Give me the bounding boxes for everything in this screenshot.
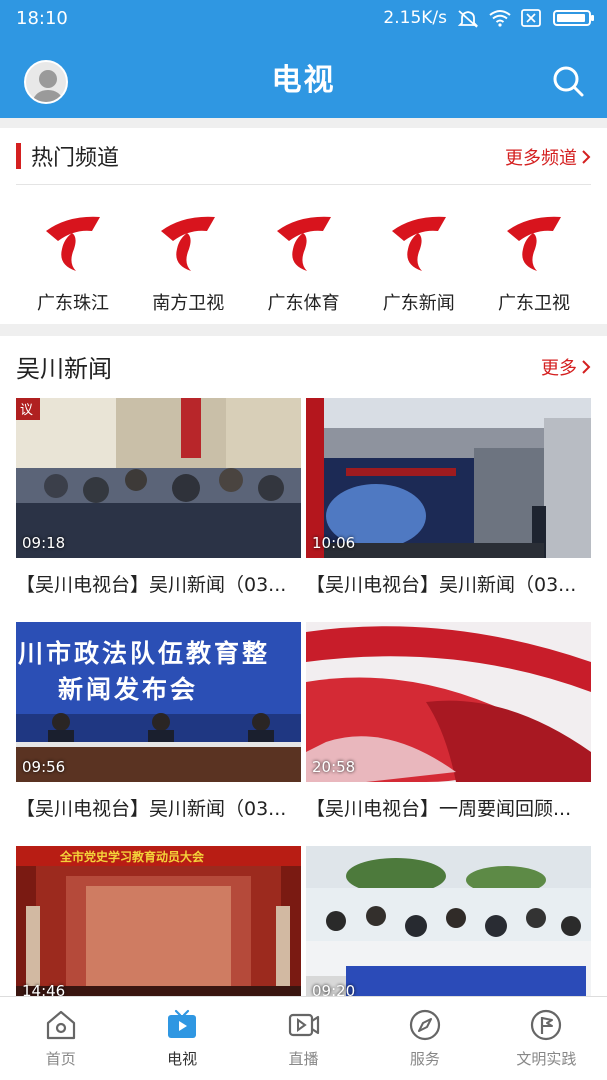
tab-home[interactable]: 首页	[0, 997, 121, 1080]
channel-nanfang[interactable]: 南方卫视	[141, 209, 235, 315]
news-item[interactable]: 20:58 【吴川电视台】一周要闻回顾...	[306, 622, 591, 846]
wifi-icon	[489, 9, 511, 27]
compass-icon	[409, 1009, 441, 1041]
search-icon[interactable]	[551, 64, 585, 98]
tab-label: 首页	[45, 1050, 76, 1068]
more-news-link[interactable]: 更多	[541, 354, 591, 380]
channel-label: 南方卫视	[152, 293, 225, 314]
channel-label: 广东新闻	[382, 293, 455, 314]
video-duration: 09:18	[22, 534, 66, 552]
hot-channels-title: 热门频道	[31, 146, 120, 171]
section-marker	[16, 143, 21, 169]
video-duration: 20:58	[312, 758, 356, 776]
mute-icon	[457, 9, 479, 28]
channel-label: 广东体育	[267, 293, 340, 314]
status-bar: 18:10 2.15K/s	[0, 0, 607, 36]
news-caption: 【吴川电视台】一周要闻回顾...	[306, 798, 572, 820]
home-icon	[46, 1010, 75, 1040]
news-caption: 【吴川电视台】吴川新闻（03...	[16, 574, 287, 596]
channel-guangdong-zhujiang[interactable]: 广东珠江	[26, 209, 120, 315]
hot-channels-header: 热门频道 更多频道	[0, 128, 607, 184]
news-caption: 【吴川电视台】吴川新闻（03...	[306, 574, 577, 596]
channel-label: 广东卫视	[498, 293, 570, 314]
sim-icon	[521, 9, 543, 27]
tab-label: 电视	[167, 1050, 198, 1068]
tab-label: 服务	[409, 1050, 440, 1068]
thumb-banner-text: 全市党史学习教育动员大会	[59, 849, 205, 864]
hot-channels-section: 热门频道 更多频道 广东珠江 南方卫视 广东体育 广东新闻 广东卫视	[0, 128, 607, 324]
thumb-title-line-2: 新闻发布会	[58, 675, 198, 704]
tab-label: 直播	[288, 1050, 319, 1068]
gdtv-logo-icon	[276, 216, 331, 271]
channel-label: 广东珠江	[37, 293, 109, 314]
more-channels-link[interactable]: 更多频道	[505, 144, 591, 170]
network-speed: 2.15K/s	[383, 8, 447, 28]
news-header: 吴川新闻 更多	[0, 336, 607, 396]
news-item[interactable]: 10:06 【吴川电视台】吴川新闻（03...	[306, 398, 591, 622]
flag-icon	[531, 1009, 562, 1041]
chevron-right-icon	[582, 150, 591, 164]
thumb-banner-text: 议	[20, 403, 33, 418]
gdtv-logo-icon	[161, 216, 216, 271]
tab-live[interactable]: 直播	[243, 997, 364, 1080]
app-header: 电视	[0, 36, 607, 118]
tab-tv[interactable]: 电视	[121, 997, 242, 1080]
bottom-nav: 首页 电视 直播 服务 文明实践	[0, 996, 607, 1080]
more-news-label: 更多	[541, 358, 577, 379]
more-channels-label: 更多频道	[505, 148, 577, 169]
video-duration: 10:06	[312, 534, 356, 552]
video-thumbnail[interactable]: 全市党史学习教育动员大会 14:46	[16, 846, 301, 1006]
channel-guangdong-news[interactable]: 广东新闻	[372, 209, 466, 315]
live-icon	[288, 1013, 319, 1037]
tab-service[interactable]: 服务	[364, 997, 485, 1080]
wuchuan-news-section: 吴川新闻 更多 议 09:18 【吴川电视台】吴川新闻（03... 10:06 …	[0, 336, 607, 1006]
video-thumbnail[interactable]: 10:06	[306, 398, 591, 558]
tab-civilization[interactable]: 文明实践	[486, 997, 607, 1080]
video-thumbnail[interactable]: 09:20	[306, 846, 591, 1006]
news-title: 吴川新闻	[16, 354, 112, 383]
chevron-right-icon	[582, 360, 591, 374]
news-caption: 【吴川电视台】吴川新闻（03...	[16, 798, 287, 820]
gdtv-logo-icon	[46, 216, 100, 271]
tab-label: 文明实践	[516, 1050, 577, 1068]
avatar-icon[interactable]	[24, 60, 68, 104]
video-thumbnail[interactable]: 议 09:18	[16, 398, 301, 558]
video-thumbnail[interactable]: 川市政法队伍教育整 新闻发布会 09:56	[16, 622, 301, 782]
news-item[interactable]: 议 09:18 【吴川电视台】吴川新闻（03...	[16, 398, 301, 622]
channel-guangdong-sports[interactable]: 广东体育	[257, 209, 351, 315]
tv-icon	[168, 1009, 197, 1038]
video-thumbnail[interactable]: 20:58	[306, 622, 591, 782]
gdtv-logo-icon	[507, 216, 561, 271]
battery-icon	[553, 10, 594, 26]
status-time: 18:10	[16, 7, 68, 29]
gdtv-logo-icon	[391, 216, 446, 271]
thumb-title-line-1: 川市政法队伍教育整	[18, 639, 270, 668]
page-title: 电视	[271, 63, 336, 98]
news-item[interactable]: 川市政法队伍教育整 新闻发布会 09:56 【吴川电视台】吴川新闻（03...	[16, 622, 301, 846]
channel-guangdong-satellite[interactable]: 广东卫视	[487, 209, 581, 315]
video-duration: 09:56	[22, 758, 66, 776]
